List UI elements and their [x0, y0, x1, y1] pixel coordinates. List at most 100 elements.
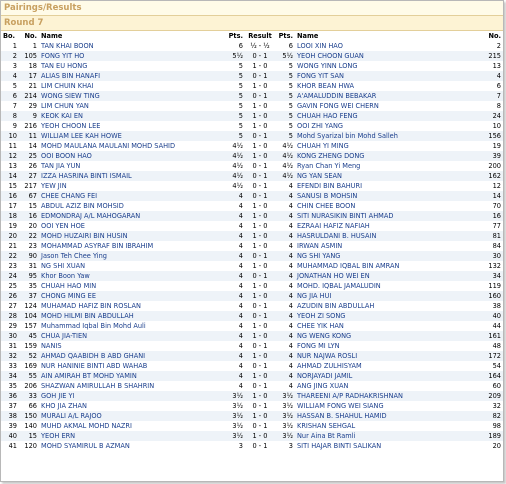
board-no: 4	[1, 71, 19, 81]
black-pts: 5	[275, 61, 295, 71]
white-name: YEW JIN	[39, 181, 225, 191]
table-row: 26 37 CHONG MING EE 4 1 - 0 4 NG JIA HUI 160	[1, 291, 503, 301]
white-name: FONG YIT HO	[39, 51, 225, 61]
black-pts: 5	[275, 91, 295, 101]
board-no: 2	[1, 51, 19, 61]
board-no: 16	[1, 191, 19, 201]
black-pts: 4½	[275, 141, 295, 151]
white-pts: 3½	[225, 411, 245, 421]
black-pts: 3½	[275, 411, 295, 421]
black-pts: 3½	[275, 391, 295, 401]
result: 1 - 0	[245, 291, 275, 301]
black-name: HASSAN B. SHAHUL HAMID	[295, 411, 477, 421]
black-name: Ryan Chan Yi Meng	[295, 161, 477, 171]
table-header-row: Bo. No. Name Pts. Result Pts. Name No.	[1, 31, 503, 41]
white-pts: 3	[225, 441, 245, 451]
black-pts: 3	[275, 441, 295, 451]
white-name: MOHD SYAMIRUL B AZMAN	[39, 441, 225, 451]
table-row: 37 66 KHO JIA ZHAN 3½ 0 - 1 3½ WILLIAM FONG WE…	[1, 401, 503, 411]
white-name: MOHD MAULANA MAULANI MOHD SAHID	[39, 141, 225, 151]
white-no: 104	[19, 311, 39, 321]
board-no: 20	[1, 231, 19, 241]
black-name: WILLIAM FONG WEI SIANG	[295, 401, 477, 411]
white-pts: 3½	[225, 431, 245, 441]
black-no: 161	[477, 331, 503, 341]
white-name: MUHAMAD HAFIZ BIN ROSLAN	[39, 301, 225, 311]
table-row: 8 9 KEOK KAI EN 5 1 - 0 5 CHUAH HAO FENG 24	[1, 111, 503, 121]
black-no: 13	[477, 61, 503, 71]
black-name: AZUDIN BIN ABDULLAH	[295, 301, 477, 311]
col-black-no: No.	[488, 32, 501, 40]
black-name: NG SHI YANG	[295, 251, 477, 261]
black-pts: 3½	[275, 421, 295, 431]
col-black-name: Name	[297, 32, 319, 40]
black-name: NG YAN SEAN	[295, 171, 477, 181]
table-row: 11 14 MOHD MAULANA MAULANI MOHD SAHID 4½ 1 -…	[1, 141, 503, 151]
white-no: 26	[19, 161, 39, 171]
table-row: 30 45 CHUA JIA-TIEN 4 1 - 0 4 NG WENG KONG 161	[1, 331, 503, 341]
result: 1 - 0	[245, 231, 275, 241]
table-row: 16 67 CHEE CHANG FEI 4 0 - 1 4 SANUSI B MOHSIN…	[1, 191, 503, 201]
board-no: 27	[1, 301, 19, 311]
black-pts: 4	[275, 291, 295, 301]
white-no: 45	[19, 331, 39, 341]
black-no: 200	[477, 161, 503, 171]
black-pts: 4	[275, 301, 295, 311]
white-no: 124	[19, 301, 39, 311]
white-name: WILLIAM LEE KAH HOWE	[39, 131, 225, 141]
black-pts: 4	[275, 221, 295, 231]
white-name: OOI YEN HOE	[39, 221, 225, 231]
white-pts: 3½	[225, 391, 245, 401]
board-no: 14	[1, 171, 19, 181]
board-no: 21	[1, 241, 19, 251]
white-no: 150	[19, 411, 39, 421]
white-pts: 5	[225, 101, 245, 111]
board-no: 11	[1, 141, 19, 151]
board-no: 39	[1, 421, 19, 431]
result: 1 - 0	[245, 221, 275, 231]
table-row: 38 150 MURALI A/L RAJOO 3½ 1 - 0 3½ HASSAN B. …	[1, 411, 503, 421]
result: ½ - ½	[245, 41, 275, 51]
white-name: ALIAS BIN HANAFI	[39, 71, 225, 81]
white-no: 33	[19, 391, 39, 401]
white-name: EDMONDRAJ A/L MAHOGARAN	[39, 211, 225, 221]
white-name: CHUA JIA-TIEN	[39, 331, 225, 341]
white-pts: 4	[225, 191, 245, 201]
white-no: 27	[19, 171, 39, 181]
black-pts: 4	[275, 341, 295, 351]
black-pts: 4	[275, 251, 295, 261]
black-name: GAVIN FONG WEI CHERN	[295, 101, 477, 111]
black-name: JONATHAN HO WEI EN	[295, 271, 477, 281]
white-pts: 4½	[225, 161, 245, 171]
white-name: LIM CHUN YAN	[39, 101, 225, 111]
white-pts: 4	[225, 271, 245, 281]
result: 1 - 0	[245, 391, 275, 401]
black-pts: 4	[275, 311, 295, 321]
white-no: 21	[19, 81, 39, 91]
black-no: 30	[477, 251, 503, 261]
black-no: 39	[477, 151, 503, 161]
white-no: 35	[19, 281, 39, 291]
result: 0 - 1	[245, 271, 275, 281]
board-no: 15	[1, 181, 19, 191]
black-no: 12	[477, 181, 503, 191]
black-no: 34	[477, 271, 503, 281]
white-no: 67	[19, 191, 39, 201]
board-no: 7	[1, 101, 19, 111]
result: 0 - 1	[245, 441, 275, 451]
white-no: 15	[19, 201, 39, 211]
white-no: 206	[19, 381, 39, 391]
black-name: CHIN CHEE BOON	[295, 201, 477, 211]
table-row: 35 206 SHAZWAN AMIRULLAH B SHAHRIN 4 0 - 14A…	[1, 381, 503, 391]
table-row: 9 216 YEOH CHOON LEE 5 1 - 0 5 OOI ZHI YANG 10	[1, 121, 503, 131]
result: 1 - 0	[245, 121, 275, 131]
table-row: 17 15 ABDUL AZIZ BIN MOHSID 4 1 - 0 4 CHIN CHE…	[1, 201, 503, 211]
white-no: 15	[19, 431, 39, 441]
board-no: 25	[1, 281, 19, 291]
black-name: FONG YIT SAN	[295, 71, 477, 81]
black-name: AHMAD ZULHISYAM	[295, 361, 477, 371]
black-pts: 3½	[275, 401, 295, 411]
white-pts: 4	[225, 291, 245, 301]
result: 1 - 0	[245, 211, 275, 221]
table-row: 27 124 MUHAMAD HAFIZ BIN ROSLAN 4 0 - 1 4 AZUD…	[1, 301, 503, 311]
